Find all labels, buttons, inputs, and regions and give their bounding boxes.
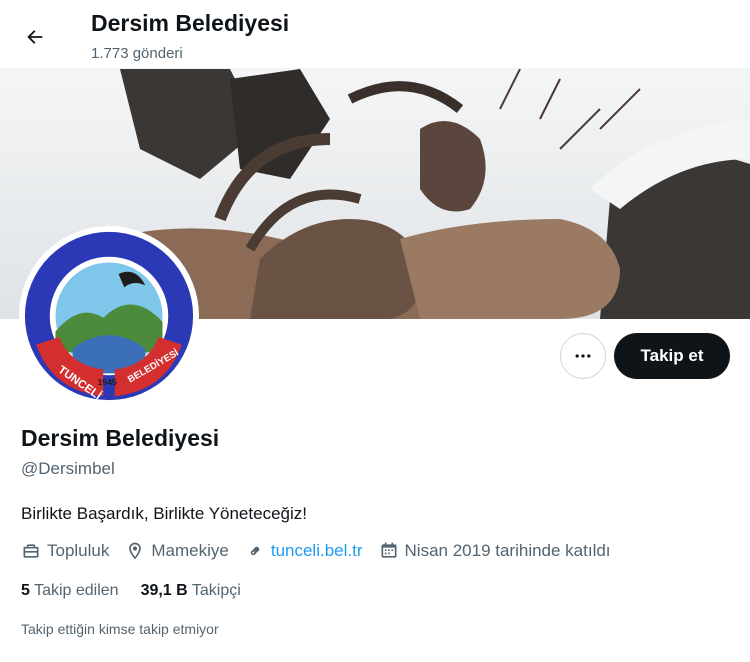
post-count: 1.773 gönderi	[91, 45, 183, 62]
avatar[interactable]: TUNCELİ BELEDİYESİ 1945	[19, 226, 199, 406]
profile-name: Dersim Belediyesi	[21, 425, 220, 451]
meta-category-text: Topluluk	[47, 541, 110, 560]
follow-button[interactable]: Takip et	[614, 333, 730, 379]
top-bar: Dersim Belediyesi 1.773 gönderi	[0, 0, 750, 69]
meta-location: Mamekiye	[125, 541, 229, 561]
more-dots-icon	[575, 354, 591, 358]
briefcase-icon	[23, 544, 39, 558]
page-title: Dersim Belediyesi	[91, 10, 290, 36]
meta-joined-text: Nisan 2019 tarihinde katıldı	[404, 541, 611, 560]
followers-count[interactable]: 39,1 B Takipçi	[141, 582, 241, 600]
followers-value: 39,1 B	[140, 582, 188, 599]
following-value: 5	[21, 582, 30, 599]
followers-label: Takipçi	[191, 582, 241, 599]
meta-joined: Nisan 2019 tarihinde katıldı	[379, 541, 611, 561]
arrow-left-icon	[27, 30, 43, 44]
profile-bio: Birlikte Başardık, Birlikte Yöneteceğiz!	[21, 504, 307, 523]
municipality-logo: TUNCELİ BELEDİYESİ 1945	[24, 231, 194, 402]
meta-website[interactable]: tunceli.bel.tr	[245, 541, 363, 561]
followed-by-note: Takip ettiğin kimse takip etmiyor	[21, 621, 219, 637]
website-link[interactable]: tunceli.bel.tr	[271, 541, 363, 561]
profile-meta: Topluluk Mamekiye tunceli.bel.tr Nisan 2…	[21, 541, 627, 561]
profile-handle: @Dersimbel	[21, 459, 115, 478]
following-count[interactable]: 5 Takip edilen	[21, 582, 119, 600]
following-label: Takip edilen	[34, 582, 119, 599]
calendar-icon	[381, 542, 397, 558]
meta-category: Topluluk	[21, 541, 109, 561]
back-button[interactable]	[18, 20, 52, 54]
meta-location-text: Mamekiye	[151, 541, 229, 560]
follow-counts: 5 Takip edilen 39,1 B Takipçi	[21, 582, 263, 600]
link-icon	[250, 546, 260, 556]
more-options-button[interactable]	[560, 333, 606, 379]
location-pin-icon	[129, 542, 142, 560]
avatar-year: 1945	[98, 377, 117, 387]
